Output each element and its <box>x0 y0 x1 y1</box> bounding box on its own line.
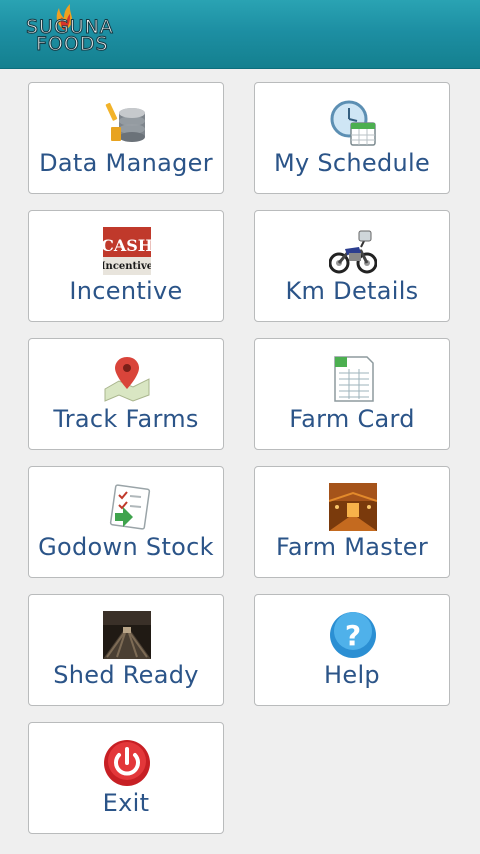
power-exit-icon <box>103 739 151 787</box>
tile-label: Shed Ready <box>53 661 199 689</box>
tile-my-schedule[interactable]: My Schedule <box>254 82 450 194</box>
tile-data-manager[interactable]: Data Manager <box>28 82 224 194</box>
tile-incentive[interactable]: CASH Incentive Incentive <box>28 210 224 322</box>
tile-farm-master[interactable]: Farm Master <box>254 466 450 578</box>
checklist-icon <box>103 483 151 531</box>
tile-label: Help <box>324 661 380 689</box>
tile-label: Farm Master <box>275 533 429 561</box>
suguna-foods-logo: SUGUNA FOODS <box>24 4 134 60</box>
tile-label: Godown Stock <box>38 533 214 561</box>
cash-incentive-icon: CASH Incentive <box>103 227 151 275</box>
tile-godown-stock[interactable]: Godown Stock <box>28 466 224 578</box>
tile-label: Track Farms <box>53 405 199 433</box>
tile-track-farms[interactable]: Track Farms <box>28 338 224 450</box>
tile-km-details[interactable]: Km Details <box>254 210 450 322</box>
tile-label: My Schedule <box>273 149 431 177</box>
spreadsheet-icon <box>329 355 377 403</box>
motorcycle-icon <box>329 227 377 275</box>
tile-label: Km Details <box>285 277 419 305</box>
shed-interior-photo-icon <box>103 611 151 659</box>
incentive-icon-text-incentive: Incentive <box>103 261 151 272</box>
app-header: SUGUNA FOODS <box>0 0 480 69</box>
database-icon <box>103 99 151 147</box>
farm-shed-photo-icon <box>329 483 377 531</box>
tile-label: Data Manager <box>39 149 213 177</box>
incentive-icon-text-cash: CASH <box>103 236 151 255</box>
tile-label: Farm Card <box>289 405 415 433</box>
map-pin-icon <box>103 355 151 403</box>
tile-exit[interactable]: Exit <box>28 722 224 834</box>
tile-shed-ready[interactable]: Shed Ready <box>28 594 224 706</box>
tile-label: Incentive <box>69 277 183 305</box>
logo-text-foods: FOODS <box>36 33 109 56</box>
tile-farm-card[interactable]: Farm Card <box>254 338 450 450</box>
tile-help[interactable]: ? Help <box>254 594 450 706</box>
svg-text:?: ? <box>345 619 361 652</box>
tile-label: Exit <box>102 789 150 817</box>
help-icon: ? <box>329 611 377 659</box>
clock-calendar-icon <box>329 99 377 147</box>
